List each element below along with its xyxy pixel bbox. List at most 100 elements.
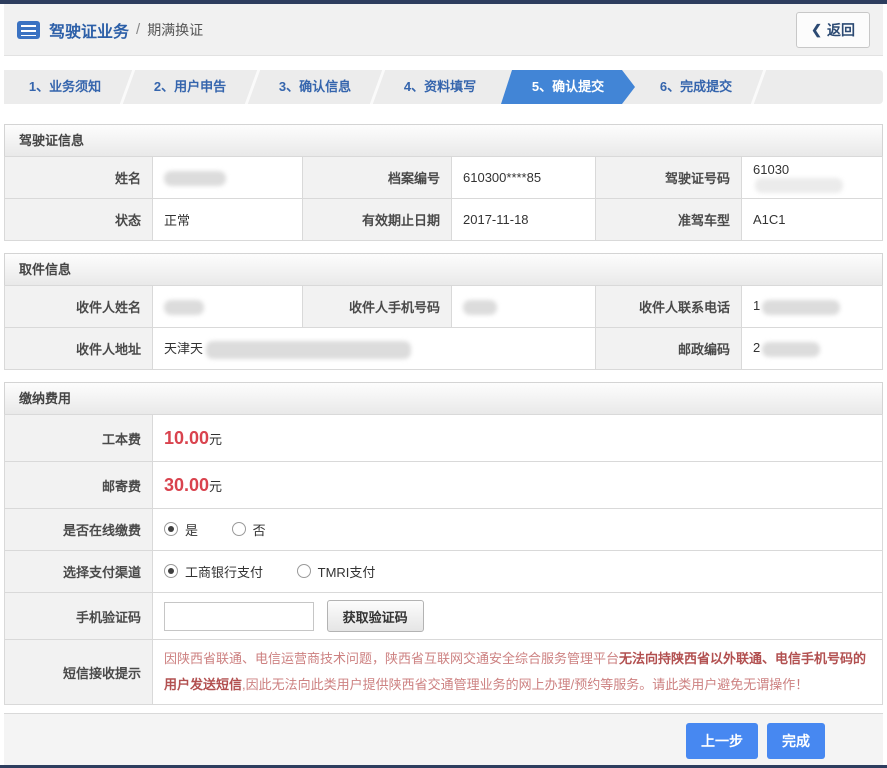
step-tab-3[interactable]: 3、确认信息 bbox=[254, 70, 376, 104]
step-tab-5-active[interactable]: 5、确认提交 bbox=[501, 70, 635, 104]
file-no-label: 档案编号 bbox=[302, 156, 452, 199]
page-title: 驾驶证业务 bbox=[49, 23, 130, 41]
work-fee-label: 工本费 bbox=[4, 414, 153, 462]
mail-fee-amount: 30.00 bbox=[164, 474, 210, 495]
redacted-name bbox=[164, 170, 226, 186]
license-no-label: 驾驶证号码 bbox=[595, 156, 742, 199]
channel-tmri-label: TMRI支付 bbox=[317, 564, 376, 580]
online-yes-label: 是 bbox=[185, 522, 199, 538]
fees-section: 缴纳费用 工本费 10.00元 邮寄费 30.00元 是否在线缴费 是 否 选择… bbox=[4, 382, 883, 705]
expiry-value: 2017-11-18 bbox=[451, 198, 596, 241]
table-row: 短信接收提示 因陕西省联通、电信运营商技术问题，陕西省互联网交通安全综合服务管理… bbox=[4, 639, 883, 705]
channel-tmri-radio[interactable]: TMRI支付 bbox=[296, 562, 376, 581]
sms-code-input[interactable] bbox=[164, 601, 314, 631]
online-no-radio[interactable]: 否 bbox=[231, 520, 266, 539]
postcode-value: 2 bbox=[741, 327, 883, 370]
license-section-title: 驾驶证信息 bbox=[4, 124, 883, 156]
radio-unselected-icon bbox=[296, 564, 311, 579]
sms-notice-part1: 因陕西省联通、电信运营商技术问题，陕西省互联网交通安全综合服务管理平台 bbox=[164, 651, 620, 666]
sms-notice-part3: ,因此无法向此类用户提供陕西省交通管理业务的网上办理/预约等服务。请此类用户避免… bbox=[242, 677, 809, 692]
work-fee-value: 10.00元 bbox=[152, 414, 883, 462]
radio-unselected-icon bbox=[231, 522, 246, 537]
back-button-label: 返回 bbox=[827, 21, 855, 38]
step-navigation: 1、业务须知 2、用户申告 3、确认信息 4、资料填写 5、确认提交 6、完成提… bbox=[4, 70, 883, 104]
step-bar-filler bbox=[760, 70, 883, 104]
postcode-partial: 2 bbox=[753, 340, 761, 356]
sms-notice-value: 因陕西省联通、电信运营商技术问题，陕西省互联网交通安全综合服务管理平台无法向持陕… bbox=[152, 639, 883, 705]
step-tab-1[interactable]: 1、业务须知 bbox=[4, 70, 126, 104]
online-yes-radio[interactable]: 是 bbox=[164, 520, 198, 539]
table-row: 邮寄费 30.00元 bbox=[4, 461, 883, 509]
channel-icbc-radio[interactable]: 工商银行支付 bbox=[164, 562, 263, 581]
recipient-name-value bbox=[152, 285, 303, 328]
recipient-mobile-label: 收件人手机号码 bbox=[302, 285, 452, 328]
recipient-name-label: 收件人姓名 bbox=[4, 285, 153, 328]
name-value bbox=[152, 156, 303, 199]
status-label: 状态 bbox=[4, 198, 153, 241]
redacted-address bbox=[206, 340, 412, 359]
table-row: 收件人姓名 收件人手机号码 收件人联系电话 1 bbox=[4, 285, 883, 328]
file-no-value: 610300****85 bbox=[451, 156, 596, 199]
pickup-info-section: 取件信息 收件人姓名 收件人手机号码 收件人联系电话 1 收件人地址 天津天 邮… bbox=[4, 253, 883, 370]
address-value: 天津天 bbox=[152, 327, 596, 370]
channel-icbc-label: 工商银行支付 bbox=[185, 564, 264, 580]
page-header: 驾驶证业务 / 期满换证 ❮ 返回 bbox=[4, 4, 883, 56]
document-list-icon bbox=[17, 20, 40, 39]
redacted-license-no bbox=[755, 178, 843, 194]
sms-notice-text: 因陕西省联通、电信运营商技术问题，陕西省互联网交通安全综合服务管理平台无法向持陕… bbox=[164, 641, 871, 704]
postcode-label: 邮政编码 bbox=[595, 327, 742, 370]
pickup-info-table: 收件人姓名 收件人手机号码 收件人联系电话 1 收件人地址 天津天 邮政编码 2 bbox=[4, 285, 883, 370]
fees-section-title: 缴纳费用 bbox=[4, 382, 883, 414]
chevron-left-icon: ❮ bbox=[811, 21, 822, 37]
table-row: 状态 正常 有效期止日期 2017-11-18 准驾车型 A1C1 bbox=[4, 198, 883, 241]
step-tab-2[interactable]: 2、用户申告 bbox=[129, 70, 251, 104]
redacted-postcode bbox=[762, 341, 821, 357]
radio-selected-icon bbox=[164, 522, 178, 537]
table-row: 是否在线缴费 是 否 bbox=[4, 508, 883, 551]
license-info-table: 姓名 档案编号 610300****85 驾驶证号码 61030 状态 正常 有… bbox=[4, 156, 883, 241]
vehicle-value: A1C1 bbox=[741, 198, 883, 241]
vehicle-label: 准驾车型 bbox=[595, 198, 742, 241]
phone-partial: 1 bbox=[753, 298, 761, 314]
sms-code-label: 手机验证码 bbox=[4, 592, 153, 640]
fees-table: 工本费 10.00元 邮寄费 30.00元 是否在线缴费 是 否 选择支付渠道 … bbox=[4, 414, 883, 705]
redacted-phone bbox=[762, 299, 841, 315]
mail-fee-value: 30.00元 bbox=[152, 461, 883, 509]
work-fee-amount: 10.00 bbox=[164, 427, 210, 448]
recipient-phone-label: 收件人联系电话 bbox=[595, 285, 742, 328]
online-no-label: 否 bbox=[252, 522, 266, 538]
finish-button[interactable]: 完成 bbox=[767, 723, 825, 759]
redacted-recipient-name bbox=[164, 299, 204, 315]
online-pay-label: 是否在线缴费 bbox=[4, 508, 153, 551]
table-row: 姓名 档案编号 610300****85 驾驶证号码 61030 bbox=[4, 156, 883, 199]
pay-channel-label: 选择支付渠道 bbox=[4, 550, 153, 593]
license-info-section: 驾驶证信息 姓名 档案编号 610300****85 驾驶证号码 61030 状… bbox=[4, 124, 883, 241]
back-button[interactable]: ❮ 返回 bbox=[796, 11, 870, 48]
action-footer: 上一步 完成 bbox=[4, 713, 883, 768]
radio-selected-icon bbox=[164, 564, 178, 579]
name-label: 姓名 bbox=[4, 156, 153, 199]
redacted-mobile bbox=[463, 299, 497, 315]
address-label: 收件人地址 bbox=[4, 327, 153, 370]
get-code-button[interactable]: 获取验证码 bbox=[326, 600, 424, 632]
fee-unit: 元 bbox=[209, 431, 223, 447]
breadcrumb-separator: / bbox=[136, 21, 141, 38]
fee-unit: 元 bbox=[209, 478, 223, 494]
table-row: 选择支付渠道 工商银行支付 TMRI支付 bbox=[4, 550, 883, 593]
table-row: 手机验证码 获取验证码 bbox=[4, 592, 883, 640]
license-no-partial: 61030 bbox=[753, 161, 790, 177]
sms-code-field: 获取验证码 bbox=[152, 592, 883, 640]
address-partial: 天津天 bbox=[164, 341, 204, 357]
recipient-mobile-value bbox=[451, 285, 596, 328]
online-pay-options: 是 否 bbox=[152, 508, 883, 551]
status-value: 正常 bbox=[152, 198, 303, 241]
step-tab-4[interactable]: 4、资料填写 bbox=[379, 70, 501, 104]
previous-step-button[interactable]: 上一步 bbox=[686, 723, 758, 759]
step-tab-6[interactable]: 6、完成提交 bbox=[635, 70, 757, 104]
breadcrumb-current: 期满换证 bbox=[147, 21, 204, 38]
table-row: 收件人地址 天津天 邮政编码 2 bbox=[4, 327, 883, 370]
pickup-section-title: 取件信息 bbox=[4, 253, 883, 285]
table-row: 工本费 10.00元 bbox=[4, 414, 883, 462]
pay-channel-options: 工商银行支付 TMRI支付 bbox=[152, 550, 883, 593]
recipient-phone-value: 1 bbox=[741, 285, 883, 328]
